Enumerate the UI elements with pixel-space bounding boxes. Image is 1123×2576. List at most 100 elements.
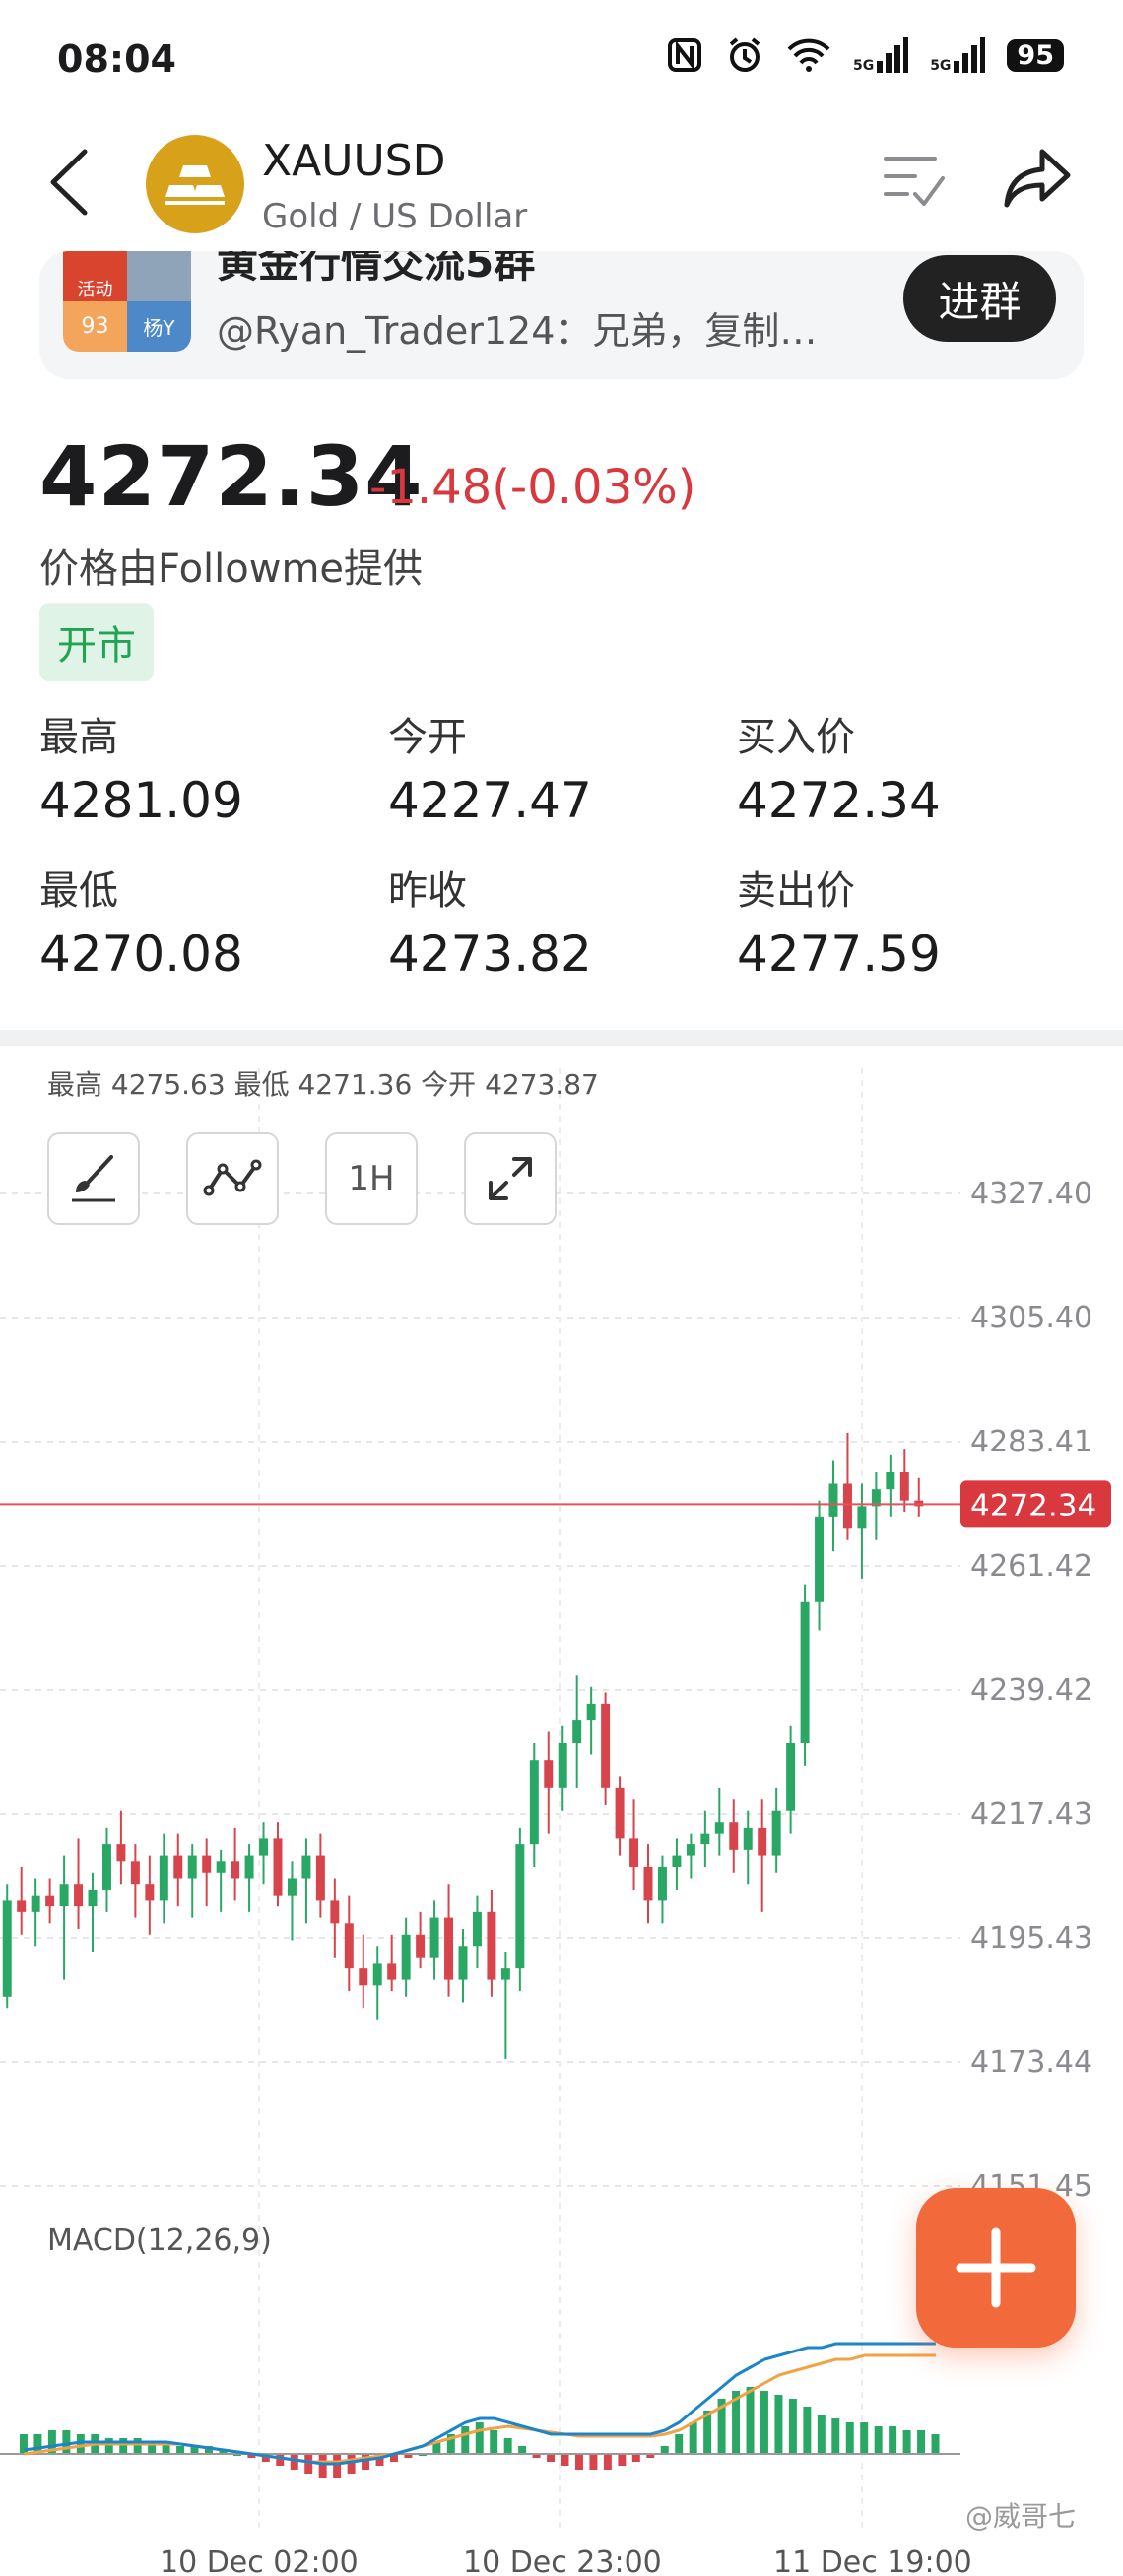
candle-body <box>301 1855 311 1879</box>
candle-body <box>187 1855 197 1879</box>
macd-bar <box>889 2426 897 2454</box>
macd-bar <box>119 2438 128 2454</box>
watchlist-button[interactable] <box>882 153 947 214</box>
macd-bar <box>133 2438 142 2454</box>
candle-body <box>273 1838 283 1896</box>
checklist-icon <box>884 157 945 206</box>
macd-bar <box>347 2454 356 2474</box>
macd-bar <box>675 2434 684 2454</box>
avatar-tile: 杨Y <box>127 301 191 352</box>
candle-body <box>700 1833 710 1845</box>
candle-body <box>686 1844 695 1856</box>
candle-body <box>472 1911 482 1947</box>
polyline-icon <box>203 1159 262 1196</box>
symbol-title: XAUUSD <box>262 136 446 186</box>
candle-body <box>771 1810 781 1856</box>
add-button[interactable] <box>916 2188 1076 2348</box>
signal-5g-2: 5G <box>930 37 986 73</box>
macd-bar <box>62 2430 71 2454</box>
macd-bar <box>817 2415 826 2454</box>
candle-body <box>487 1911 496 1980</box>
y-tick-label: 4327.40 <box>970 1177 1092 1211</box>
candle-body <box>359 1968 368 1986</box>
candle-body <box>458 1946 468 1980</box>
market-status-badge: 开市 <box>39 603 154 681</box>
macd-bar <box>104 2438 113 2454</box>
stat-label: 最高 <box>39 715 118 760</box>
macd-bar <box>788 2399 797 2454</box>
macd-bar <box>503 2438 512 2454</box>
share-button[interactable] <box>1003 148 1072 213</box>
x-tick-label: 10 Dec 02:00 <box>160 2545 359 2576</box>
stat-label: 最低 <box>39 869 118 914</box>
plus-icon <box>956 2227 1036 2308</box>
candle-body <box>130 1861 140 1885</box>
status-icons: 5G 5G 95 <box>666 35 1064 75</box>
interval-button[interactable]: 1H <box>325 1132 418 1225</box>
candle-body <box>2 1900 12 1997</box>
candle-body <box>159 1855 168 1901</box>
macd-bar <box>76 2434 85 2454</box>
candle-body <box>529 1760 539 1845</box>
macd-bar <box>547 2454 556 2462</box>
stat-label: 今开 <box>388 715 467 760</box>
signal-label: 5G <box>852 58 875 74</box>
watermark: @威哥七 <box>965 2500 1077 2533</box>
macd-bar <box>689 2422 697 2454</box>
macd-bar <box>917 2430 926 2454</box>
candle-body <box>259 1838 269 1856</box>
candle-body <box>444 1917 454 1980</box>
price-provider: 价格由Followme提供 <box>39 547 424 592</box>
macd-bar <box>746 2387 755 2454</box>
candle-body <box>657 1867 667 1901</box>
avatar-tile <box>127 251 191 301</box>
macd-bar <box>475 2422 484 2454</box>
gold-bars-icon <box>165 165 225 205</box>
avatar-tile: 93 <box>63 301 127 352</box>
candle-body <box>601 1703 611 1788</box>
candle-body <box>101 1844 111 1890</box>
candle-body <box>857 1506 867 1529</box>
draw-tool-button[interactable] <box>47 1132 140 1225</box>
group-banner[interactable]: 活动 93 杨Y 黄金行情交流5群 @Ryan_Trader124：兄弟，复制…… <box>39 251 1084 379</box>
candle-body <box>372 1963 382 1986</box>
macd-bar <box>518 2446 527 2454</box>
stat-value: 4277.59 <box>737 926 941 983</box>
candle-body <box>315 1855 325 1901</box>
battery-level: 95 <box>1007 38 1064 72</box>
candle-body <box>729 1822 739 1850</box>
stat-value: 4270.08 <box>39 926 243 983</box>
macd-bar <box>860 2422 869 2454</box>
candle-body <box>244 1855 254 1879</box>
macd-bar <box>902 2430 911 2454</box>
back-button[interactable] <box>47 148 91 221</box>
y-tick-label: 4261.42 <box>970 1549 1092 1583</box>
candle-body <box>743 1827 753 1850</box>
y-tick-label: 4173.44 <box>970 2045 1092 2080</box>
wifi-icon <box>787 38 830 72</box>
candle-body <box>842 1483 852 1529</box>
candle-body <box>344 1923 354 1969</box>
section-divider <box>0 1030 1123 1046</box>
symbol-name: Gold / US Dollar <box>262 197 528 236</box>
current-price: 4272.34 <box>39 428 424 525</box>
gold-logo <box>146 135 244 233</box>
x-tick-label: 10 Dec 23:00 <box>463 2545 662 2576</box>
macd-bar <box>461 2426 470 2454</box>
join-group-button[interactable]: 进群 <box>903 255 1056 342</box>
y-tick-label: 4239.42 <box>970 1673 1092 1707</box>
status-time: 08:04 <box>57 37 176 81</box>
nfc-icon <box>667 38 701 72</box>
brush-icon <box>72 1155 115 1202</box>
interval-label: 1H <box>348 1159 395 1198</box>
macd-bar <box>631 2454 640 2462</box>
macd-label: MACD(12,26,9) <box>47 2223 272 2258</box>
macd-bar <box>290 2454 298 2470</box>
candle-body <box>500 1968 510 1980</box>
indicator-tool-button[interactable] <box>186 1132 279 1225</box>
candle-body <box>330 1900 340 1924</box>
candle-body <box>416 1934 426 1958</box>
fullscreen-button[interactable] <box>464 1132 557 1225</box>
candle-body <box>800 1601 810 1743</box>
candle-body <box>643 1867 653 1901</box>
